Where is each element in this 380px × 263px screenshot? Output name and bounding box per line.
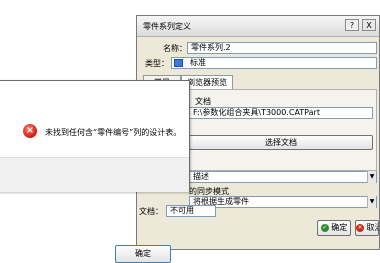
document-path-field[interactable]: F:\参数化组合夹具\T3000.CATPart (189, 107, 373, 119)
check-icon: ✓ (320, 223, 329, 232)
type-label: 类型： (145, 59, 169, 68)
select-document-button[interactable]: 选择文档 (189, 135, 373, 150)
name-field[interactable]: 零件系列.2 (187, 42, 377, 54)
dialog-title-bar: 零件系列定义 ? X (137, 16, 379, 37)
ok-button-label: 确定 (331, 223, 348, 232)
close-button[interactable]: X (362, 19, 376, 31)
error-ok-button[interactable]: 确定 (115, 245, 171, 263)
type-value: 标准 (190, 58, 206, 67)
ok-button[interactable]: ✓ 确定 (317, 220, 351, 236)
type-combo[interactable]: 标准 (171, 57, 377, 69)
description-field[interactable]: 描述 (189, 171, 377, 183)
error-dialog-footer: 确定 (0, 157, 189, 263)
document-header: 文档 (195, 97, 211, 106)
cancel-icon: × (356, 223, 364, 232)
cancel-button[interactable]: × 取消 (355, 220, 379, 236)
document-label: 文档： (139, 207, 163, 216)
description-dropdown-icon[interactable]: ▼ (367, 171, 376, 183)
help-button[interactable]: ? (345, 19, 359, 31)
generate-dropdown-icon[interactable]: ▼ (367, 196, 376, 208)
dialog-title: 零件系列定义 (143, 22, 191, 31)
name-label: 名称： (163, 44, 187, 53)
error-icon: × (23, 124, 37, 138)
generate-combo[interactable]: 将根据生成零件 (189, 196, 377, 208)
error-dialog: × 未找到任何含“零件编号”列的设计表。 确定 (0, 80, 190, 263)
description-value: 描述 (193, 172, 209, 181)
document-status-field: 不可用 (166, 205, 216, 217)
part-icon (174, 59, 183, 67)
error-message: 未找到任何含“零件编号”列的设计表。 (45, 128, 182, 137)
cancel-button-label: 取消 (366, 223, 378, 232)
